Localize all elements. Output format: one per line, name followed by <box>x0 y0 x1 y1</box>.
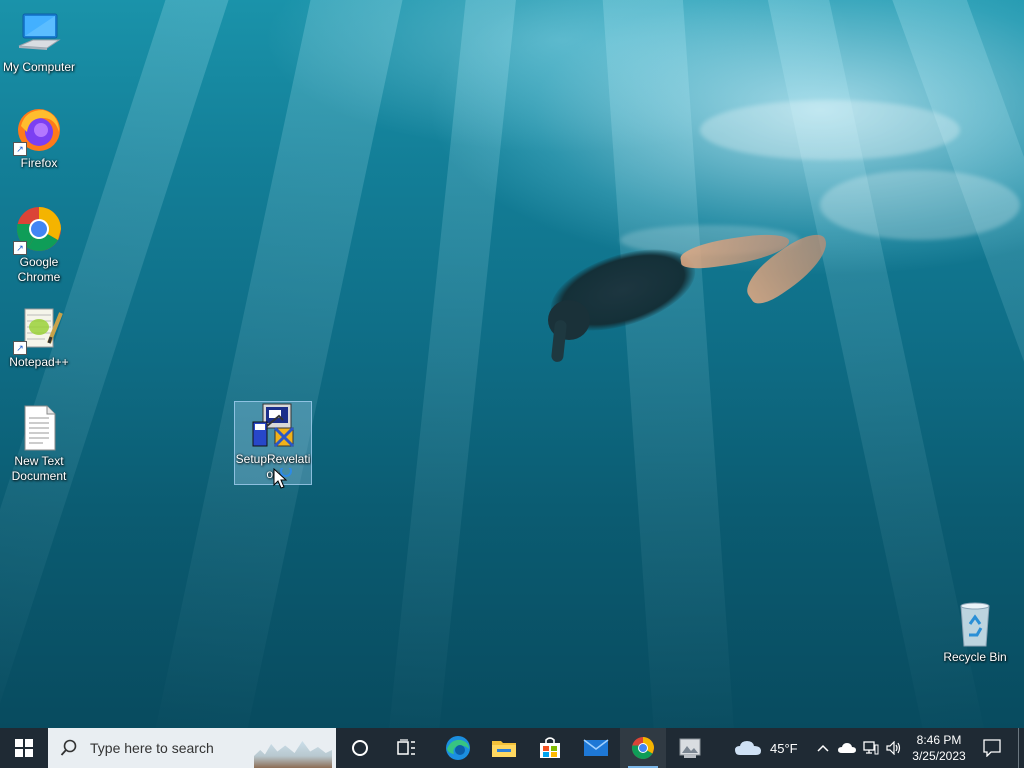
clock-time: 8:46 PM <box>916 733 962 747</box>
taskbar-app[interactable] <box>668 728 712 768</box>
weather-widget[interactable]: 45°F <box>734 728 804 768</box>
shortcut-arrow-icon: ↗ <box>13 341 27 355</box>
photos-app-icon <box>679 738 701 758</box>
cortana-button[interactable] <box>338 728 382 768</box>
shortcut-arrow-icon: ↗ <box>13 142 27 156</box>
desktop-icon-label: Google Chrome <box>17 255 61 284</box>
taskbar-edge[interactable] <box>436 728 480 768</box>
action-center-button[interactable] <box>976 728 1008 768</box>
desktop-wallpaper <box>0 0 1024 728</box>
search-highlight-image <box>254 741 332 768</box>
desktop-icon-new-text-document[interactable]: New Text Document <box>1 404 77 484</box>
network-icon <box>863 741 879 755</box>
show-desktop-button[interactable] <box>1018 728 1024 768</box>
desktop-icon-label: Firefox <box>20 156 58 170</box>
show-hidden-icons-button[interactable] <box>812 728 834 768</box>
desktop-icon-label: New Text Document <box>11 454 67 483</box>
text-document-icon <box>15 404 63 452</box>
desktop-icon-google-chrome[interactable]: ↗ Google Chrome <box>1 205 77 285</box>
chrome-icon: ↗ <box>13 205 63 255</box>
taskbar: Type here to search 45°F 8:46 PM 3/25/20… <box>0 728 1024 768</box>
taskbar-file-explorer[interactable] <box>482 728 526 768</box>
network-tray[interactable] <box>860 728 882 768</box>
notepadpp-icon: ↗ <box>13 305 63 355</box>
search-placeholder: Type here to search <box>90 740 214 756</box>
shortcut-arrow-icon: ↗ <box>13 241 27 255</box>
onedrive-cloud-icon <box>838 743 856 753</box>
desktop-icon-my-computer[interactable]: My Computer <box>1 10 77 75</box>
desktop-icon-label: Recycle Bin <box>943 650 1007 664</box>
task-view-icon <box>397 739 415 755</box>
taskbar-mail[interactable] <box>574 728 618 768</box>
desktop-icon-notepadpp[interactable]: ↗ Notepad++ <box>1 305 77 370</box>
taskbar-clock[interactable]: 8:46 PM 3/25/2023 <box>900 728 978 768</box>
start-button[interactable] <box>0 728 48 768</box>
cloud-icon <box>735 741 761 755</box>
desktop-icon-recycle-bin[interactable]: Recycle Bin <box>937 600 1013 665</box>
taskbar-search-box[interactable]: Type here to search <box>48 728 336 768</box>
notification-icon <box>983 739 1001 757</box>
computer-icon <box>15 10 63 58</box>
taskbar-microsoft-store[interactable] <box>528 728 572 768</box>
desktop-icon-label: My Computer <box>2 60 76 74</box>
clock-date: 3/25/2023 <box>912 749 966 763</box>
windows-logo-icon <box>15 739 33 757</box>
task-view-button[interactable] <box>385 728 429 768</box>
weather-temperature: 45°F <box>770 740 798 756</box>
desktop-icon-firefox[interactable]: ↗ Firefox <box>1 106 77 171</box>
firefox-icon: ↗ <box>13 106 63 156</box>
cortana-circle-icon <box>352 740 368 756</box>
desktop-icon-label: Notepad++ <box>9 355 69 369</box>
mouse-cursor-icon <box>272 465 292 495</box>
folder-icon <box>492 741 516 757</box>
recycle-bin-icon <box>951 600 999 648</box>
installer-icon <box>249 402 297 450</box>
mail-icon <box>583 739 609 756</box>
search-icon <box>60 739 77 756</box>
edge-icon <box>446 736 470 760</box>
taskbar-chrome[interactable] <box>620 728 666 768</box>
chrome-icon <box>631 737 654 759</box>
chevron-up-icon <box>817 744 829 752</box>
onedrive-tray[interactable] <box>836 728 858 768</box>
store-bag-icon <box>540 737 560 758</box>
